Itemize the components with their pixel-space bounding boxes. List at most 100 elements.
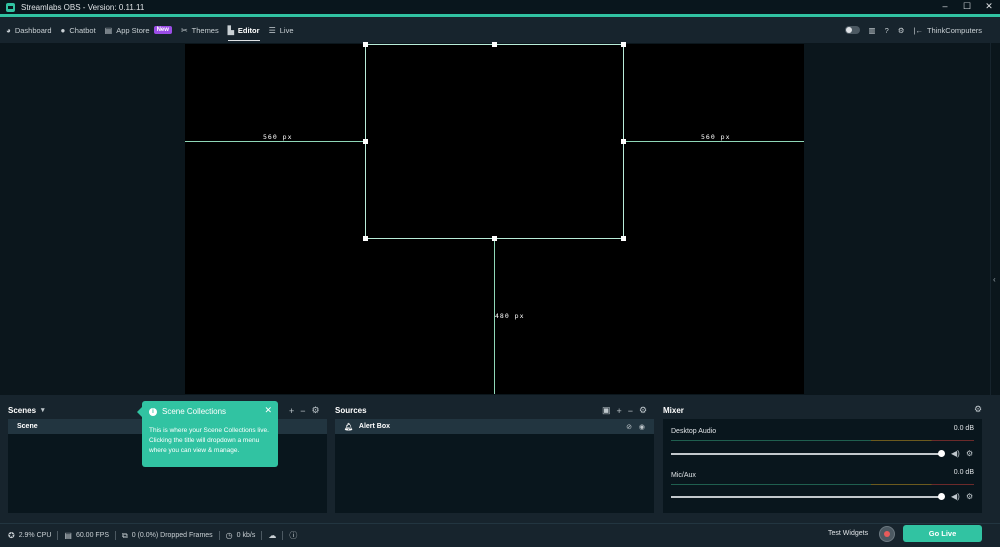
info-icon[interactable]: ⓘ (289, 530, 297, 541)
scene-collections-tooltip: i Scene Collections ✕ This is where your… (137, 401, 278, 467)
nav-dashboard-label: Dashboard (14, 25, 52, 35)
sources-title: Sources (335, 405, 367, 415)
volume-slider-knob[interactable] (938, 450, 945, 457)
remove-scene-icon[interactable]: − (300, 406, 305, 416)
speed-icon: ◷ (225, 531, 233, 540)
right-panel-collapse[interactable]: ‹ (990, 43, 1000, 395)
tooltip-title: Scene Collections (162, 407, 227, 416)
visibility-icon[interactable]: ◉ (639, 423, 645, 431)
resize-handle-bc[interactable] (492, 236, 497, 241)
dashboard-icon: ◕ (6, 25, 11, 35)
fps-text: 60.00 FPS (75, 532, 110, 539)
go-live-button[interactable]: Go Live (903, 525, 982, 542)
nav-right-tools: ▥ ? ⚙ |← ThinkComputers (836, 17, 982, 43)
resize-handle-br[interactable] (621, 236, 626, 241)
top-nav: ◕ Dashboard ● Chatbot ▤ App Store New ✂ … (0, 17, 1000, 43)
bandwidth-text: 0 kb/s (236, 532, 256, 539)
channel-name: Desktop Audio (671, 428, 717, 435)
divider (57, 531, 59, 540)
resize-handle-tl[interactable] (363, 42, 368, 47)
scene-item-label: Scene (17, 423, 38, 430)
nav-editor-label: Editor (237, 25, 260, 35)
divider (115, 531, 117, 540)
scene-settings-icon[interactable]: ⚙ (312, 405, 320, 416)
dropped-frames-text: 0 (0.0%) Dropped Frames (131, 532, 213, 539)
volume-slider[interactable] (671, 453, 942, 455)
volume-slider-knob[interactable] (938, 493, 945, 500)
cpu-icon: ✪ (8, 531, 15, 540)
add-source-icon[interactable]: + (617, 406, 622, 416)
username[interactable]: ThinkComputers (927, 26, 982, 35)
studio-mode-icon[interactable]: ▥ (869, 26, 876, 35)
folder-icon[interactable]: ▣ (602, 405, 611, 416)
nav-themes[interactable]: ✂ Themes (181, 17, 219, 43)
nav-chatbot-label: Chatbot (69, 25, 96, 35)
selected-source-box[interactable] (365, 44, 624, 239)
nav-editor[interactable]: ▙ Editor (227, 17, 260, 43)
nav-app-store[interactable]: ▤ App Store New (105, 17, 172, 43)
volume-meter (671, 484, 974, 485)
resize-handle-bl[interactable] (363, 236, 368, 241)
channel-settings-icon[interactable]: ⚙ (966, 449, 973, 458)
fps-stat: ▤ 60.00 FPS (64, 531, 109, 540)
settings-icon[interactable]: ⚙ (898, 26, 905, 35)
minimize-button[interactable]: – (934, 0, 956, 14)
mixer-header: Mixer (663, 400, 684, 420)
dropped-frames-stat: ⧉ 0 (0.0%) Dropped Frames (122, 531, 213, 541)
editor-icon: ▙ (227, 25, 234, 35)
source-settings-icon[interactable]: ⚙ (639, 405, 647, 416)
record-button[interactable] (879, 526, 895, 542)
bell-icon: 🔔︎ (344, 423, 353, 431)
scenes-title: Scenes (8, 405, 37, 415)
source-item[interactable]: 🔔︎ Alert Box ⊘ ◉ (335, 419, 654, 434)
resize-handle-mr[interactable] (621, 139, 626, 144)
test-widgets-button[interactable]: Test Widgets (828, 530, 868, 537)
sources-header: Sources (335, 400, 367, 420)
new-badge: New (153, 26, 172, 34)
resize-handle-tr[interactable] (621, 42, 626, 47)
speaker-icon[interactable]: ◀︎) (951, 449, 960, 458)
nav-app-store-label: App Store (116, 25, 150, 35)
source-item-label: Alert Box (358, 423, 391, 430)
frames-icon: ⧉ (122, 530, 128, 540)
mixer-settings-icon[interactable]: ⚙ (974, 404, 982, 415)
nav-live-label: Live (279, 25, 294, 35)
guide-right-label: 560 px (701, 133, 731, 141)
scenes-header[interactable]: Scenes ▾ (8, 400, 45, 420)
divider (261, 531, 263, 540)
nav-live[interactable]: ☰ Live (269, 17, 294, 43)
guide-left-line (185, 141, 365, 142)
nav-dashboard[interactable]: ◕ Dashboard (6, 17, 52, 43)
streamlabs-logo-icon (6, 2, 15, 12)
add-scene-icon[interactable]: + (289, 406, 294, 416)
volume-slider[interactable] (671, 496, 942, 498)
guide-left-label: 560 px (263, 133, 293, 141)
channel-settings-icon[interactable]: ⚙ (966, 492, 973, 501)
mixer-channel-desktop: Desktop Audio 0.0 dB ◀︎) ⚙ (671, 425, 974, 461)
logout-icon[interactable]: |← (914, 26, 923, 35)
cpu-text: 2.9% CPU (18, 532, 52, 539)
store-icon: ▤ (104, 25, 113, 35)
chatbot-icon: ● (60, 25, 66, 35)
resize-handle-ml[interactable] (363, 139, 368, 144)
help-icon[interactable]: ? (885, 26, 889, 35)
divider (282, 531, 284, 540)
resize-handle-tc[interactable] (492, 42, 497, 47)
guide-bottom-label: 480 px (495, 312, 525, 320)
sources-actions: ▣ + − ⚙ (596, 405, 647, 416)
close-button[interactable]: ✕ (978, 0, 1000, 14)
volume-meter (671, 440, 974, 441)
cloud-icon[interactable]: ☁ (268, 531, 276, 540)
live-icon: ☰ (268, 25, 276, 35)
guide-right-line (624, 141, 804, 142)
lock-icon[interactable]: ⊘ (626, 423, 632, 431)
speaker-icon[interactable]: ◀︎) (951, 492, 960, 501)
night-mode-toggle[interactable] (844, 26, 860, 34)
themes-icon: ✂ (180, 25, 188, 35)
chevron-down-icon: ▾ (41, 407, 45, 414)
bandwidth-stat: ◷ 0 kb/s (226, 531, 256, 540)
remove-source-icon[interactable]: − (628, 406, 633, 416)
maximize-button[interactable]: ☐ (956, 0, 978, 14)
nav-chatbot[interactable]: ● Chatbot (61, 17, 96, 43)
close-icon[interactable]: ✕ (264, 405, 272, 416)
